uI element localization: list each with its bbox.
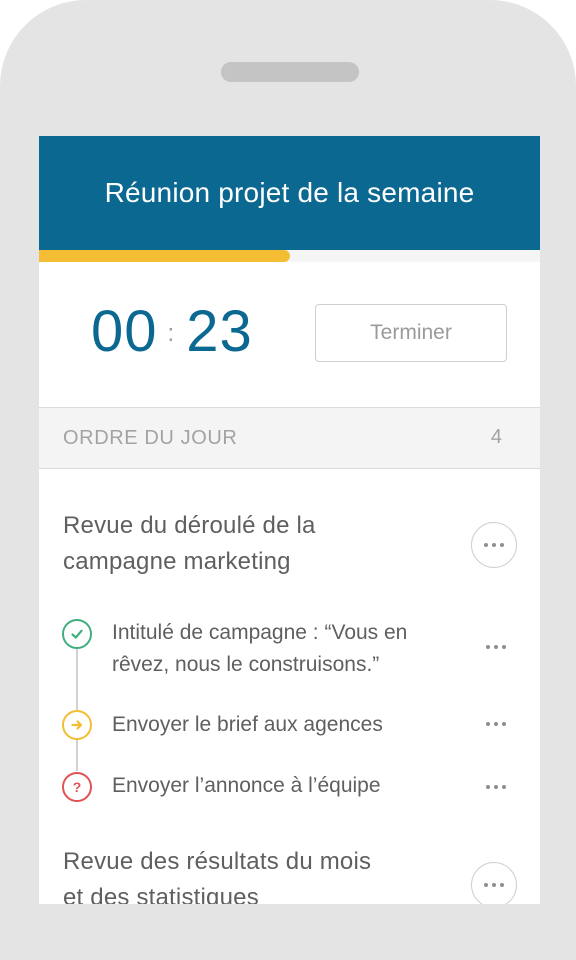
agenda-header: ORDRE DU JOUR 4 <box>39 407 540 469</box>
agenda-item-title[interactable]: Revue du déroulé de la campagne marketin… <box>63 508 413 580</box>
phone-speaker <box>221 62 359 82</box>
finish-button[interactable]: Terminer <box>315 304 507 362</box>
task-item[interactable]: Envoyer l’annonce à l’équipe <box>112 770 462 802</box>
meeting-title: Réunion projet de la semaine <box>104 177 475 208</box>
arrow-right-icon[interactable] <box>62 710 92 740</box>
meeting-header: Réunion projet de la semaine <box>39 136 540 250</box>
task-label-line: Envoyer le brief aux agences <box>112 713 383 736</box>
svg-text:?: ? <box>73 779 82 795</box>
task-item[interactable]: Envoyer le brief aux agences <box>112 709 462 741</box>
agenda-count: 4 <box>490 426 502 448</box>
agenda-item-more-button[interactable] <box>471 862 517 904</box>
timer-minutes: 00 <box>91 299 158 364</box>
timer-seconds: 23 <box>186 299 253 364</box>
agenda-item-title-line: et des statistiques <box>63 884 259 904</box>
agenda-label: ORDRE DU JOUR <box>63 427 238 449</box>
agenda-item-title[interactable]: Revue des résultats du mois et des stati… <box>63 844 413 904</box>
agenda-item-title-line: Revue du déroulé de la <box>63 512 316 539</box>
more-icon <box>486 722 506 726</box>
task-more-button[interactable] <box>482 640 510 654</box>
agenda-item-title-line: Revue des résultats du mois <box>63 848 372 875</box>
meeting-progress-fill <box>39 250 290 262</box>
timer-separator: : <box>167 320 175 347</box>
more-icon <box>486 645 506 649</box>
more-icon <box>484 883 504 887</box>
timer: 00 : 23 <box>91 300 253 364</box>
task-more-button[interactable] <box>482 717 510 731</box>
task-label-line: rêvez, nous le construisons.” <box>112 653 380 676</box>
app-screen: Réunion projet de la semaine 00 : 23 Ter… <box>39 136 540 904</box>
phone-frame: Réunion projet de la semaine 00 : 23 Ter… <box>0 0 576 960</box>
meeting-progress-bar <box>39 250 540 262</box>
task-label-line: Envoyer l’annonce à l’équipe <box>112 774 381 797</box>
agenda-item-more-button[interactable] <box>471 522 517 568</box>
task-label-line: Intitulé de campagne : “Vous en <box>112 621 408 644</box>
more-icon <box>486 785 506 789</box>
task-more-button[interactable] <box>482 780 510 794</box>
more-icon <box>484 543 504 547</box>
check-icon[interactable] <box>62 619 92 649</box>
task-item[interactable]: Intitulé de campagne : “Vous en rêvez, n… <box>112 617 462 681</box>
question-icon[interactable]: ? <box>62 772 92 802</box>
agenda-item-title-line: campagne marketing <box>63 548 291 575</box>
